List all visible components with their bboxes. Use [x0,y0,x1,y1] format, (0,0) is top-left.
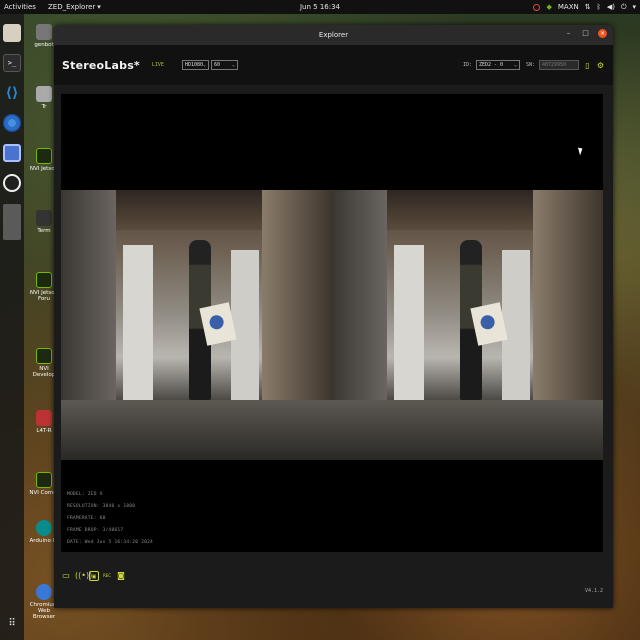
camera-icon[interactable]: ▯ [583,61,592,70]
dock: >_ ⟨⟩ ⠿ [0,14,24,640]
obs-icon[interactable] [3,174,21,192]
ubuntu-logo-icon[interactable] [533,3,541,11]
right-camera-image [332,190,603,460]
gear-icon[interactable]: ⚙ [596,61,605,70]
record-button[interactable]: REC [102,571,112,581]
sn-label: SN: [525,62,535,68]
serial-number-field: 40729950 [539,60,579,70]
terminal-icon[interactable]: >_ [3,54,21,72]
nvidia-power-mode[interactable]: MAXN [558,3,579,11]
arduino-icon [36,520,52,536]
nvidia-icon[interactable]: ◆ [546,3,551,11]
screenshot-icon[interactable] [3,144,21,162]
stream-icon[interactable]: ((•)) [75,571,92,581]
app-header: StereoLabs* LIVE HD1080 ⌄ 60 ⌄ ID: ZED2 … [54,45,613,85]
resolution-select[interactable]: HD1080 ⌄ [181,60,209,70]
explorer-window: Explorer – □ × StereoLabs* LIVE HD1080 ⌄… [54,25,613,608]
document-icon [36,410,52,426]
maximize-button[interactable]: □ [581,29,590,38]
chromium-icon [36,584,52,600]
chevron-down-icon: ⌄ [231,62,235,68]
chevron-down-icon: ⌄ [513,62,517,68]
folder-icon[interactable]: ▭ [61,571,71,581]
chevron-down-icon[interactable]: ▾ [632,3,636,11]
bottom-toolbar: ▭ ((•)) ▣ REC ◙ V4.1.2 [54,560,613,608]
info-date: DATE: Wed Jun 5 16:34:20 2024 [67,540,154,545]
window-title: Explorer [318,31,349,39]
power-icon[interactable]: ⏻ [621,3,627,12]
close-button[interactable]: × [598,29,607,38]
live-badge: LIVE [151,62,164,68]
chevron-down-icon: ⌄ [202,62,206,68]
app-menu[interactable]: ZED_Explorer ▾ [48,3,101,11]
window-controls: – □ × [564,29,607,38]
chevron-down-icon: ▾ [97,3,101,11]
terminal-icon [36,210,52,226]
window-titlebar[interactable]: Explorer – □ × [54,25,613,45]
snapshot-icon[interactable]: ◙ [116,571,126,581]
nvidia-icon [36,272,52,288]
network-icon[interactable]: ⇅ [585,3,591,11]
nvidia-icon [36,472,52,488]
info-framerate: FRAMERATE: 60 [67,516,106,521]
chromium-icon[interactable] [3,114,21,132]
version-label: V4.1.2 [584,588,603,594]
camera-info-group: ID: ZED2 - 0 ⌄ SN: 40729950 ▯ ⚙ [463,60,605,70]
info-model: MODEL: ZED X [67,492,103,497]
vscode-icon[interactable]: ⟨⟩ [3,84,21,102]
video-viewer[interactable]: MODEL: ZED X RESOLUTION: 3840 x 1080 FRA… [61,94,603,552]
stereo-video-feed [61,190,603,460]
system-tray[interactable]: ◆ MAXN ⇅ ᛒ ◀) ⏻ ▾ [533,3,636,12]
app-menu-label: ZED_Explorer [48,3,96,11]
zed-explorer-icon[interactable] [3,204,21,240]
minimize-button[interactable]: – [564,29,573,38]
id-label: ID: [462,62,472,68]
info-resolution: RESOLUTION: 3840 x 1080 [67,504,136,509]
bluetooth-icon[interactable]: ᛒ [597,3,601,11]
home-folder-icon [36,24,52,40]
activities-button[interactable]: Activities [4,3,44,11]
nvidia-icon [36,348,52,364]
trash-icon [36,86,52,102]
show-apps-icon[interactable]: ⠿ [3,614,21,632]
brand-logo: StereoLabs* [62,58,140,72]
svo-icon[interactable]: ▣ [89,571,99,581]
nvidia-icon [36,148,52,164]
volume-icon[interactable]: ◀) [607,3,615,11]
files-icon[interactable] [3,24,21,42]
fps-select[interactable]: 60 ⌄ [210,60,238,70]
top-bar: Activities ZED_Explorer ▾ Jun 5 16:34 ◆ … [0,0,640,14]
left-camera-image [61,190,332,460]
info-frame-drop: FRAME DROP: 3/40617 [67,528,124,533]
camera-id-select[interactable]: ZED2 - 0 ⌄ [475,60,520,70]
